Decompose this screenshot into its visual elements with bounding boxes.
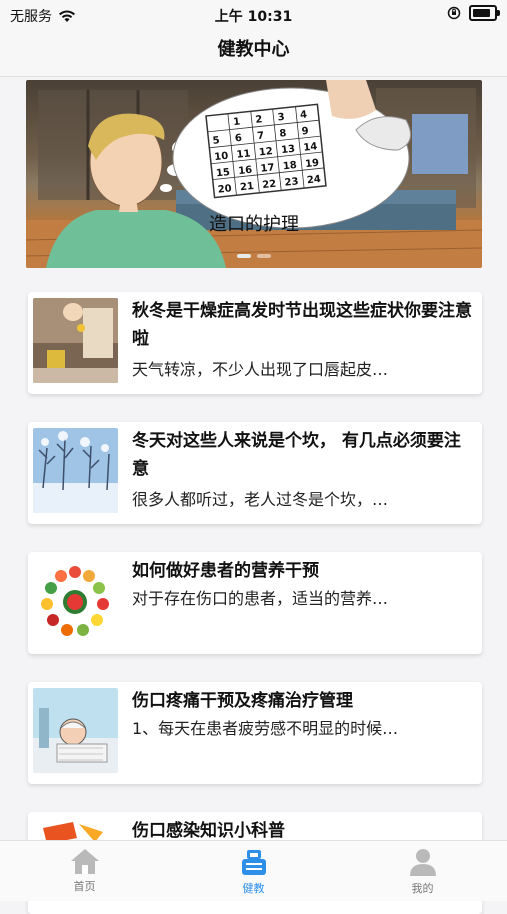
calendar-day: 11: [236, 148, 251, 160]
calendar-day: 15: [216, 167, 231, 179]
home-icon: [70, 849, 99, 874]
article-thumbnail-drink: [33, 298, 118, 383]
article-excerpt: 天气转凉，不少人出现了口唇起皮…: [132, 360, 389, 379]
tab-label: 健教: [242, 882, 265, 895]
article-thumbnail-fruits: [33, 558, 118, 643]
pagination-dot[interactable]: [237, 254, 251, 258]
calendar-day: 16: [238, 165, 253, 177]
orientation-lock-icon: [447, 6, 461, 20]
article-excerpt: 对于存在伤口的患者，适当的营养…: [132, 589, 389, 608]
calendar-day: 22: [262, 179, 277, 191]
article-card[interactable]: 冬天对这些人来说是个坎， 有几点必须要注意 很多人都听过，老人过冬是个坎，…: [28, 422, 482, 524]
calendar-day: 17: [260, 162, 275, 174]
article-title: 如何做好患者的营养干预: [132, 561, 319, 581]
banner-caption: 造口的护理: [209, 214, 299, 235]
tab-education[interactable]: 健教: [169, 841, 338, 901]
tab-home[interactable]: 首页: [0, 841, 169, 901]
tab-profile[interactable]: 我的: [338, 841, 507, 901]
status-right: [447, 5, 500, 21]
page-title: 健教中心: [217, 39, 290, 60]
article-title: 伤口疼痛干预及疼痛治疗管理: [132, 691, 353, 711]
calendar-day: 9: [301, 126, 309, 138]
pagination-dot[interactable]: [257, 254, 271, 258]
tab-label: 首页: [73, 880, 96, 893]
article-excerpt: 很多人都听过，老人过冬是个坎，…: [132, 490, 389, 509]
battery-icon: [469, 5, 500, 21]
article-card[interactable]: 如何做好患者的营养干预 对于存在伤口的患者，适当的营养…: [28, 552, 482, 654]
article-card[interactable]: 伤口疼痛干预及疼痛治疗管理 1、每天在患者疲劳感不明显的时候…: [28, 682, 482, 784]
banner-illustration: 1 2 3 45 6 7 8 910 11 12 13 1415 16 17 18 1920 21 22 23 24: [26, 80, 482, 268]
calendar-day: 10: [214, 151, 229, 163]
calendar-day: 5: [212, 135, 220, 147]
banner-pagination[interactable]: [26, 254, 482, 258]
nav-bar: 健教中心: [0, 28, 507, 77]
calendar-day: 23: [284, 176, 299, 188]
calendar-day: 19: [305, 158, 320, 170]
calendar-day: 24: [306, 174, 321, 186]
calendar-day: 6: [234, 133, 242, 145]
article-title: 冬天对这些人来说是个坎， 有几点必须要注意: [132, 431, 461, 479]
user-icon: [409, 849, 436, 876]
calendar-day: 21: [240, 181, 255, 193]
calendar-day: 14: [303, 141, 318, 153]
status-time: 上午 10:31: [214, 9, 293, 25]
calendar-day: 4: [300, 109, 308, 121]
calendar-day: 8: [279, 128, 287, 140]
article-title: 秋冬是干燥症高发时节出现这些症状你要注意啦: [132, 301, 472, 349]
article-excerpt: 1、每天在患者疲劳感不明显的时候…: [132, 719, 399, 738]
tab-label: 我的: [411, 882, 434, 895]
calendar-day: 3: [277, 112, 285, 124]
tab-bar: 首页 健教 我的: [0, 840, 507, 901]
calendar-day: 13: [281, 144, 296, 156]
calendar-day: 7: [257, 130, 265, 142]
calendar-day: 2: [255, 114, 263, 126]
calendar-day: 12: [258, 146, 273, 158]
calendar-day: 1: [233, 116, 241, 128]
article-thumbnail-winter: [33, 428, 118, 513]
article-card[interactable]: 秋冬是干燥症高发时节出现这些症状你要注意啦 天气转凉，不少人出现了口唇起皮…: [28, 292, 482, 394]
education-icon: [241, 850, 266, 875]
calendar-day: 20: [217, 183, 232, 195]
calendar-day: 18: [282, 160, 297, 172]
banner-carousel[interactable]: 1 2 3 4 5 6 7 8 9 10 11 12 13 14 15 16 17 18 19 20 21 22 23 24 …: [26, 80, 482, 268]
status-bar: 无服务 上午 10:31: [0, 0, 507, 28]
article-thumbnail-patient: [33, 688, 118, 773]
